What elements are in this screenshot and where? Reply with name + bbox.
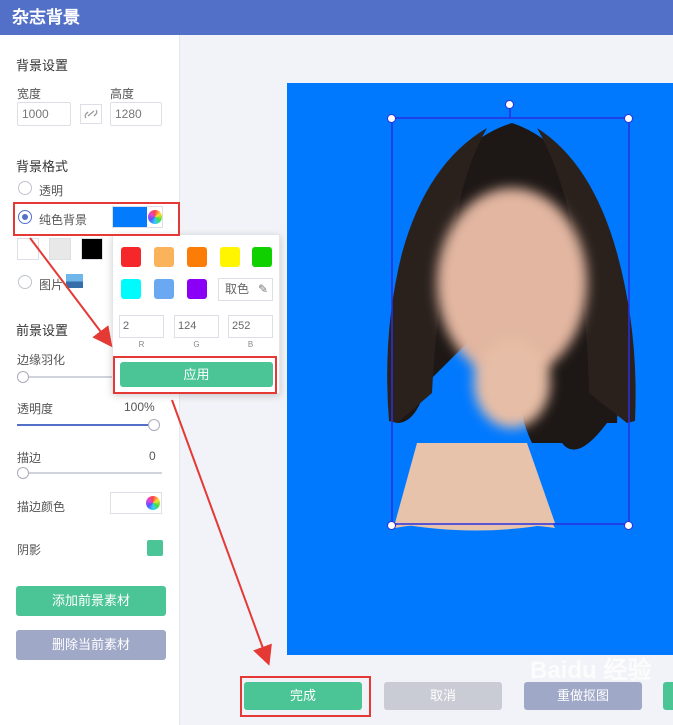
baidu-jingyan-watermark: Baidu 经验 xyxy=(530,657,652,684)
cancel-button[interactable]: 取消 xyxy=(384,682,502,710)
redo-cutout-button[interactable]: 重做抠图 xyxy=(524,682,642,710)
annotation-arrows xyxy=(29,237,272,666)
next-button-partial[interactable] xyxy=(663,682,673,710)
annotation-box-done xyxy=(240,676,371,717)
